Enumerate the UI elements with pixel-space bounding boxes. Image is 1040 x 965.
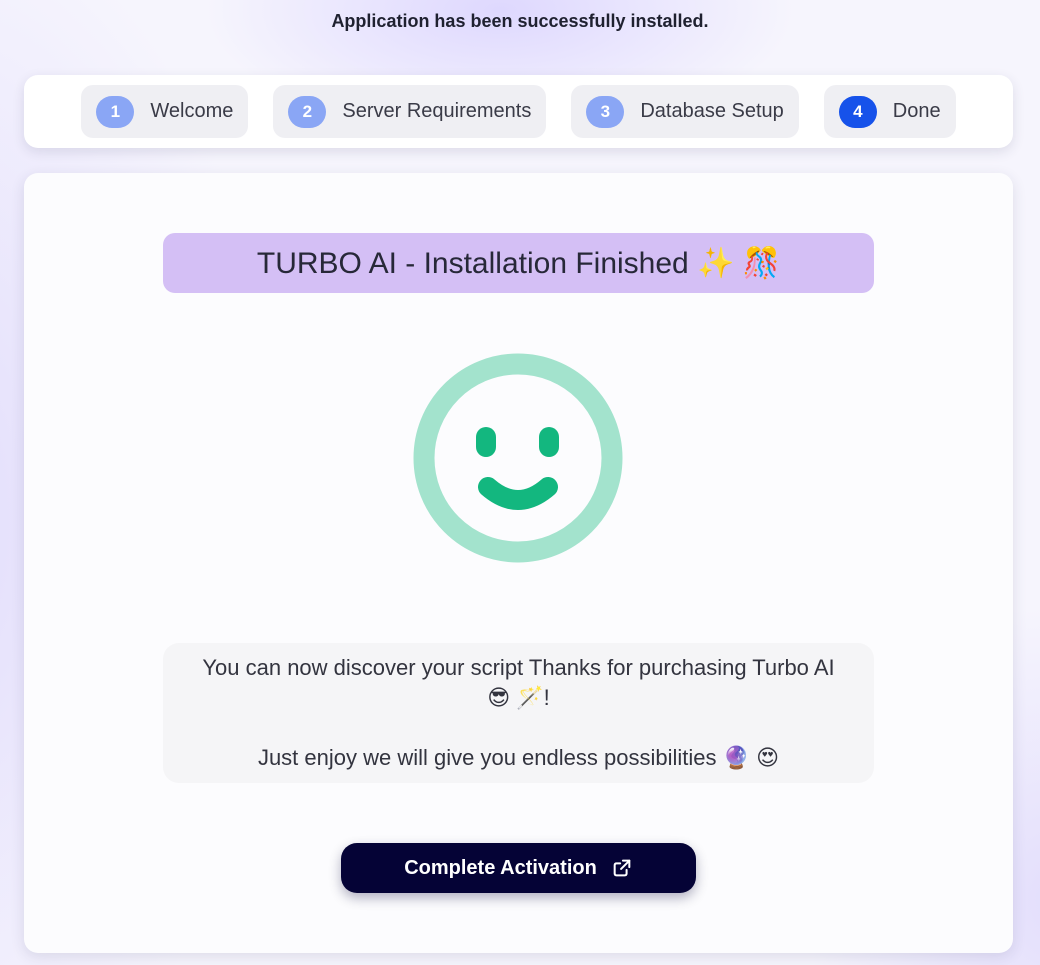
step-welcome[interactable]: 1 Welcome [81,85,249,138]
message-line: Just enjoy we will give you endless poss… [257,745,780,770]
external-link-icon [613,859,631,877]
step-label: Done [892,100,941,122]
message-line: You can now discover your script Thanks … [202,655,835,680]
step-number-badge: 2 [288,95,327,128]
message-spacer [163,713,874,743]
step-done[interactable]: 4 Done [823,85,956,138]
message-line: 😎 🪄! [487,685,550,710]
step-label: Server Requirements [342,100,532,122]
step-number-badge: 1 [96,95,135,128]
step-number-badge: 4 [838,95,877,128]
success-message: Application has been successfully instal… [331,11,709,31]
complete-activation-button[interactable]: Complete Activation [341,843,696,893]
installation-finished-card: TURBO AI - Installation Finished ✨ 🎊 You… [24,173,1013,953]
step-label: Welcome [150,100,234,122]
installation-stepper: 1 Welcome 2 Server Requirements 3 Databa… [24,75,1013,148]
step-database-setup[interactable]: 3 Database Setup [571,85,799,138]
step-server-requirements[interactable]: 2 Server Requirements [273,85,547,138]
step-label: Database Setup [640,100,784,122]
step-number-badge: 3 [586,95,625,128]
button-label: Complete Activation [404,856,597,879]
completion-message: You can now discover your script Thanks … [163,643,874,783]
page-title: TURBO AI - Installation Finished ✨ 🎊 [163,233,874,293]
smiley-face-icon [413,353,623,563]
